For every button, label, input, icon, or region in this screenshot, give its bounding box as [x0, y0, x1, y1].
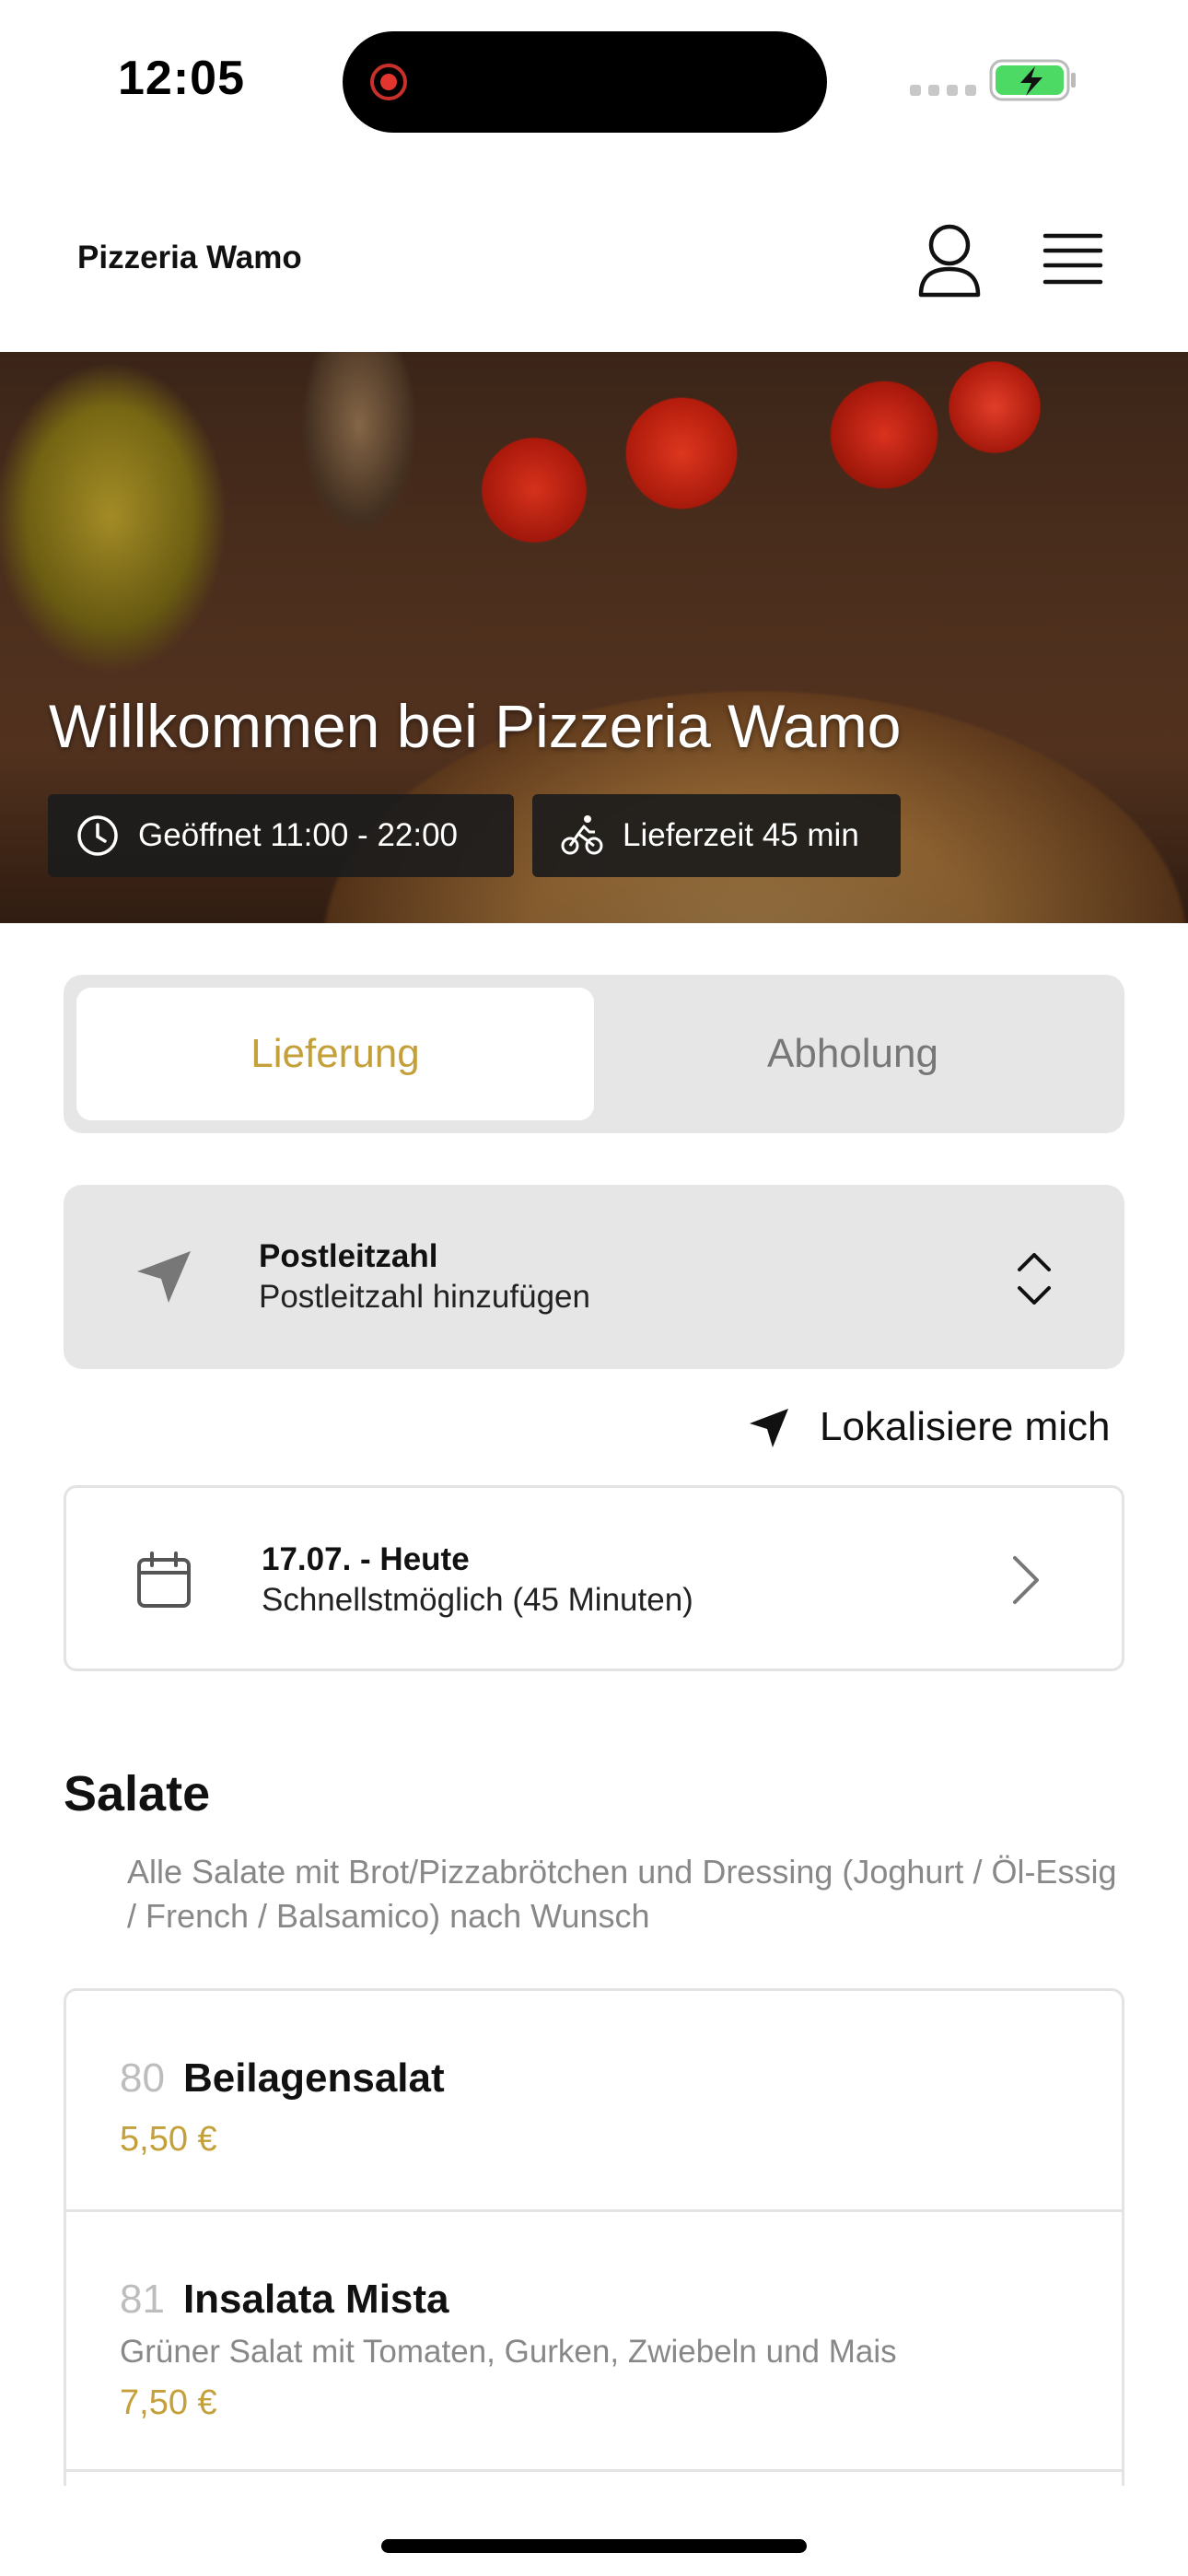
location-arrow-icon: [750, 1409, 788, 1447]
menu-item-name: Beilagensalat: [182, 2055, 445, 2101]
menu-item-price: 7,50 €: [120, 2383, 217, 2422]
menu-item-list: 80 Beilagensalat 5,50 € 81 Insalata Mist…: [64, 1988, 1124, 2486]
record-icon: [370, 64, 407, 100]
hamburger-menu-icon[interactable]: [1042, 228, 1103, 289]
delivery-date-title: 17.07. - Heute: [262, 1541, 470, 1577]
delivery-date-subtitle: Schnellstmöglich (45 Minuten): [262, 1582, 693, 1618]
hero-banner: Willkommen bei Pizzeria Wamo Geöffnet 11…: [0, 352, 1188, 923]
delivery-date-selector[interactable]: 17.07. - Heute Schnellstmöglich (45 Minu…: [64, 1485, 1124, 1671]
category-title: Salate: [64, 1766, 211, 1821]
locate-me-label: Lokalisiere mich: [820, 1404, 1111, 1449]
menu-item[interactable]: 80 Beilagensalat 5,50 €: [66, 1991, 1122, 2212]
menu-item-number: 81: [120, 2277, 165, 2322]
menu-item[interactable]: 81 Insalata Mista Grüner Salat mit Tomat…: [66, 2212, 1122, 2472]
menu-item-description: Grüner Salat mit Tomaten, Gurken, Zwiebe…: [120, 2334, 897, 2370]
signal-icon: [910, 85, 976, 96]
opening-hours-badge: Geöffnet 11:00 - 22:00: [48, 794, 514, 877]
app-header: Pizzeria Wamo: [0, 175, 1188, 350]
postcode-label: Postleitzahl: [259, 1238, 438, 1274]
postcode-selector[interactable]: Postleitzahl Postleitzahl hinzufügen: [64, 1185, 1124, 1369]
bicycle-icon: [561, 815, 603, 855]
opening-hours-text: Geöffnet 11:00 - 22:00: [138, 817, 459, 853]
tab-delivery[interactable]: Lieferung: [76, 988, 594, 1120]
chevron-up-down-icon: [1018, 1253, 1051, 1305]
order-mode-toggle: Lieferung Abholung: [64, 975, 1124, 1133]
menu-item-number: 80: [120, 2055, 165, 2101]
delivery-time-badge: Lieferzeit 45 min: [532, 794, 901, 877]
tab-pickup[interactable]: Abholung: [594, 988, 1112, 1120]
chevron-right-icon: [1013, 1556, 1039, 1604]
menu-item-price: 5,50 €: [120, 2120, 217, 2159]
dynamic-island: [343, 31, 827, 133]
hero-title: Willkommen bei Pizzeria Wamo: [49, 692, 902, 760]
delivery-time-text: Lieferzeit 45 min: [623, 817, 859, 853]
menu-item-header: 81 Insalata Mista: [120, 2277, 449, 2323]
battery-charging-icon: [989, 59, 1076, 101]
location-arrow-icon: [137, 1251, 191, 1303]
status-bar: 12:05: [0, 0, 1188, 157]
menu-item-name: Insalata Mista: [182, 2277, 449, 2322]
clock-icon: [77, 815, 118, 856]
postcode-value: Postleitzahl hinzufügen: [259, 1279, 590, 1315]
calendar-icon: [137, 1551, 191, 1608]
category-description: Alle Salate mit Brot/Pizzabrötchen und D…: [127, 1853, 1117, 1935]
restaurant-name: Pizzeria Wamo: [77, 240, 302, 275]
locate-me-button[interactable]: Lokalisiere mich: [748, 1400, 1110, 1454]
menu-item-header: 80 Beilagensalat: [120, 2055, 445, 2102]
user-icon[interactable]: [915, 221, 984, 299]
status-time: 12:05: [118, 52, 245, 105]
home-indicator[interactable]: [381, 2539, 807, 2553]
